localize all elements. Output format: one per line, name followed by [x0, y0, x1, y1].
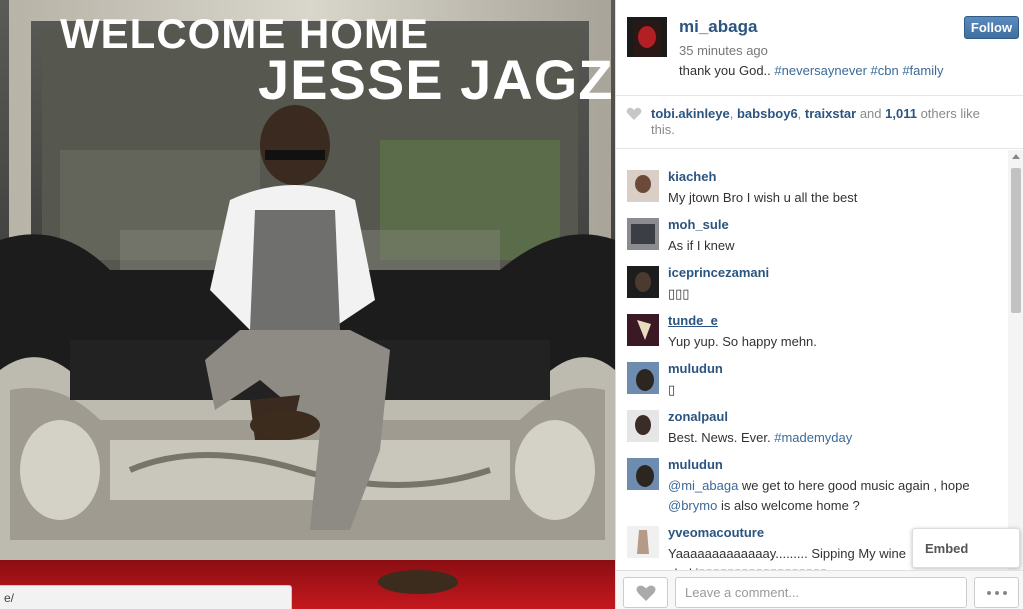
comment-mention[interactable]: @mi_abaga — [668, 478, 738, 493]
post-header: mi_abaga 35 minutes ago thank you God.. … — [616, 0, 1023, 96]
commenter-avatar[interactable] — [627, 410, 659, 442]
likes-separator: , — [797, 106, 805, 121]
likes-text: tobi.akinleye, babsboy6, traixstar and 1… — [651, 106, 991, 138]
post-timestamp: 35 minutes ago — [679, 43, 768, 58]
comment-item: muludun @mi_abaga we get to here good mu… — [616, 446, 1008, 513]
commenter-avatar[interactable] — [627, 314, 659, 346]
browser-status-url: e/ — [0, 585, 292, 609]
comment-text: @mi_abaga we get to here good music agai… — [668, 476, 998, 516]
commenter-avatar[interactable] — [627, 266, 659, 298]
commenter-avatar[interactable] — [627, 362, 659, 394]
comment-body: we get to here good music again , hope — [738, 478, 970, 493]
likes-and: and — [856, 106, 886, 121]
commenter-username[interactable]: tunde_e — [668, 313, 718, 328]
owner-avatar[interactable] — [627, 17, 667, 57]
embed-menu-item[interactable]: Embed — [912, 528, 1020, 568]
comment-body: is also welcome home ? — [717, 498, 860, 513]
post-details-panel: mi_abaga 35 minutes ago thank you God.. … — [615, 0, 1023, 609]
heart-icon — [636, 585, 656, 601]
comments-list: kiacheh My jtown Bro I wish u all the be… — [616, 150, 1023, 570]
commenter-avatar[interactable] — [627, 458, 659, 490]
commenter-username[interactable]: kiacheh — [668, 169, 716, 184]
likes-count[interactable]: 1,011 — [885, 106, 917, 121]
comment-item: muludun ▯ — [616, 350, 1008, 398]
comment-item: kiacheh My jtown Bro I wish u all the be… — [616, 158, 1008, 206]
comment-text: My jtown Bro I wish u all the best — [668, 190, 858, 205]
scroll-thumb[interactable] — [1011, 168, 1021, 313]
likes-separator: , — [729, 106, 737, 121]
comment-text: ▯▯▯ — [668, 286, 690, 301]
photo-title-jesse-jagz: JESSE JAGZ — [258, 48, 614, 111]
owner-username[interactable]: mi_abaga — [679, 17, 757, 37]
commenter-avatar[interactable] — [627, 170, 659, 202]
commenter-username[interactable]: yveomacouture — [668, 525, 764, 540]
comments-scrollbar[interactable] — [1008, 150, 1023, 570]
commenter-username[interactable]: moh_sule — [668, 217, 729, 232]
post-caption: thank you God.. #neversaynever #cbn #fam… — [679, 63, 944, 78]
comment-item: tunde_e Yup yup. So happy mehn. — [616, 302, 1008, 350]
more-dots-icon — [985, 582, 1009, 599]
caption-hashtags[interactable]: #neversaynever #cbn #family — [774, 63, 943, 78]
like-button[interactable] — [623, 577, 668, 608]
comment-body: Best. News. Ever. — [668, 430, 771, 445]
liker-tobi[interactable]: tobi.akinleye — [651, 106, 730, 121]
heart-icon — [626, 107, 642, 120]
commenter-username[interactable]: muludun — [668, 457, 723, 472]
commenter-username[interactable]: muludun — [668, 361, 723, 376]
comment-body: Yaaaaaaaaaaaaay......... Sipping My wine — [668, 546, 907, 561]
comment-text: Yup yup. So happy mehn. — [668, 334, 817, 349]
comment-item: zonalpaul Best. News. Ever. #mademyday — [616, 398, 1008, 446]
likes-section: tobi.akinleye, babsboy6, traixstar and 1… — [616, 97, 1023, 149]
commenter-username[interactable]: zonalpaul — [668, 409, 728, 424]
more-options-button[interactable] — [974, 577, 1019, 608]
liker-traixstar[interactable]: traixstar — [805, 106, 856, 121]
comment-mention[interactable]: @brymo — [668, 498, 717, 513]
comment-item: iceprincezamani ▯▯▯ — [616, 254, 1008, 302]
commenter-avatar[interactable] — [627, 526, 659, 558]
instagram-post-viewer: WELCOME HOME JESSE JAGZ e/ mi_abaga 35 m… — [0, 0, 1023, 609]
comment-text: ▯ — [668, 382, 676, 397]
comment-text: As if I knew — [668, 238, 735, 253]
caption-text: thank you God.. — [679, 63, 771, 78]
post-photo[interactable]: WELCOME HOME JESSE JAGZ e/ — [0, 0, 615, 609]
follow-button[interactable]: Follow — [964, 16, 1019, 39]
liker-babsboy6[interactable]: babsboy6 — [737, 106, 798, 121]
comment-text: Best. News. Ever. #mademyday — [668, 428, 998, 448]
commenter-avatar[interactable] — [627, 218, 659, 250]
comment-footer — [616, 570, 1023, 609]
commenter-username[interactable]: iceprincezamani — [668, 265, 769, 280]
comment-item: moh_sule As if I knew — [616, 206, 1008, 254]
scroll-up-icon[interactable] — [1012, 154, 1020, 159]
comment-input[interactable] — [675, 577, 967, 608]
comment-hashtag[interactable]: #mademyday — [774, 430, 852, 445]
